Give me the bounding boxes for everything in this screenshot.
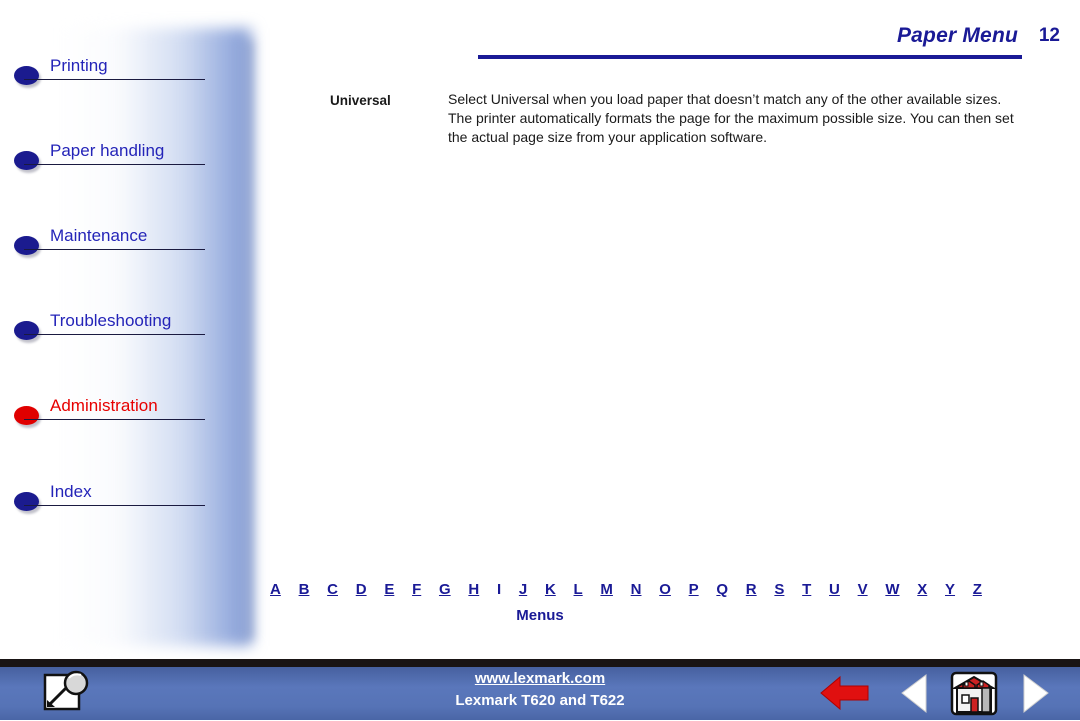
alpha-link-e[interactable]: E <box>384 581 394 598</box>
previous-page-icon[interactable] <box>898 671 934 716</box>
alpha-link-t[interactable]: T <box>802 581 811 598</box>
sidebar-item-label: Paper handling <box>50 141 165 160</box>
sidebar-item-maintenance[interactable]: Maintenance <box>0 225 245 265</box>
alpha-link-x[interactable]: X <box>917 581 927 598</box>
alpha-link-a[interactable]: A <box>270 581 281 598</box>
entry-term: Universal <box>330 93 391 108</box>
bullet-icon <box>14 151 39 170</box>
sidebar-gradient-edge <box>243 40 257 640</box>
sidebar-item-administration[interactable]: Administration <box>0 395 245 435</box>
bullet-icon <box>14 236 39 255</box>
sidebar-item-label: Maintenance <box>50 226 148 245</box>
bullet-icon <box>14 406 39 425</box>
document-page: Printing Paper handling Maintenance Trou… <box>0 0 1080 720</box>
divider <box>24 419 205 420</box>
alpha-link-r[interactable]: R <box>746 581 757 598</box>
alpha-link-j[interactable]: J <box>519 581 527 598</box>
sidebar-item-index[interactable]: Index <box>0 481 245 521</box>
main-content: Universal Select Universal when you load… <box>330 90 1020 147</box>
divider <box>24 249 205 250</box>
header-divider <box>478 55 1022 59</box>
alpha-link-w[interactable]: W <box>885 581 899 598</box>
definition-entry: Universal Select Universal when you load… <box>330 90 1020 147</box>
sidebar-item-paper-handling[interactable]: Paper handling <box>0 140 245 180</box>
page-number: 12 <box>1038 25 1060 46</box>
sidebar-item-troubleshooting[interactable]: Troubleshooting <box>0 310 245 350</box>
sidebar-item-label: Printing <box>50 56 108 75</box>
alpha-link-k[interactable]: K <box>545 581 556 598</box>
alpha-link-q[interactable]: Q <box>716 581 728 598</box>
alphabet-index: A B C D E F G H I J K L M N O P Q R S T … <box>270 581 982 598</box>
alpha-link-m[interactable]: M <box>600 581 613 598</box>
alpha-link-i[interactable]: I <box>497 581 501 598</box>
alpha-link-p[interactable]: P <box>689 581 699 598</box>
sidebar-item-label: Index <box>50 482 92 501</box>
divider <box>24 164 205 165</box>
alpha-link-s[interactable]: S <box>774 581 784 598</box>
footer-top-border <box>0 659 1080 667</box>
alpha-link-o[interactable]: O <box>659 581 671 598</box>
sidebar-item-label: Administration <box>50 396 158 415</box>
bullet-icon <box>14 492 39 511</box>
alpha-link-y[interactable]: Y <box>945 581 955 598</box>
alpha-link-u[interactable]: U <box>829 581 840 598</box>
alpha-link-l[interactable]: L <box>574 581 583 598</box>
divider <box>24 334 205 335</box>
footer-bar: www.lexmark.com Lexmark T620 and T622 <box>0 667 1080 720</box>
alphabet-index-caption: Menus <box>516 607 564 624</box>
alpha-link-z[interactable]: Z <box>973 581 982 598</box>
alpha-link-b[interactable]: B <box>299 581 310 598</box>
entry-description: Select Universal when you load paper tha… <box>448 91 1014 145</box>
alpha-link-h[interactable]: H <box>468 581 479 598</box>
bullet-icon <box>14 66 39 85</box>
divider <box>24 79 205 80</box>
alpha-link-c[interactable]: C <box>327 581 338 598</box>
sidebar-item-printing[interactable]: Printing <box>0 55 245 95</box>
bullet-icon <box>14 321 39 340</box>
page-title: Paper Menu <box>896 24 1018 47</box>
alpha-link-f[interactable]: F <box>412 581 421 598</box>
next-page-icon[interactable] <box>1016 671 1052 716</box>
sidebar-item-label: Troubleshooting <box>50 311 172 330</box>
home-icon[interactable] <box>950 671 998 716</box>
alpha-link-d[interactable]: D <box>356 581 367 598</box>
alpha-link-n[interactable]: N <box>631 581 642 598</box>
back-arrow-icon[interactable] <box>818 671 874 716</box>
alpha-link-v[interactable]: V <box>858 581 868 598</box>
divider <box>24 505 205 506</box>
sidebar-navigation: Printing Paper handling Maintenance Trou… <box>0 0 275 660</box>
alpha-link-g[interactable]: G <box>439 581 451 598</box>
